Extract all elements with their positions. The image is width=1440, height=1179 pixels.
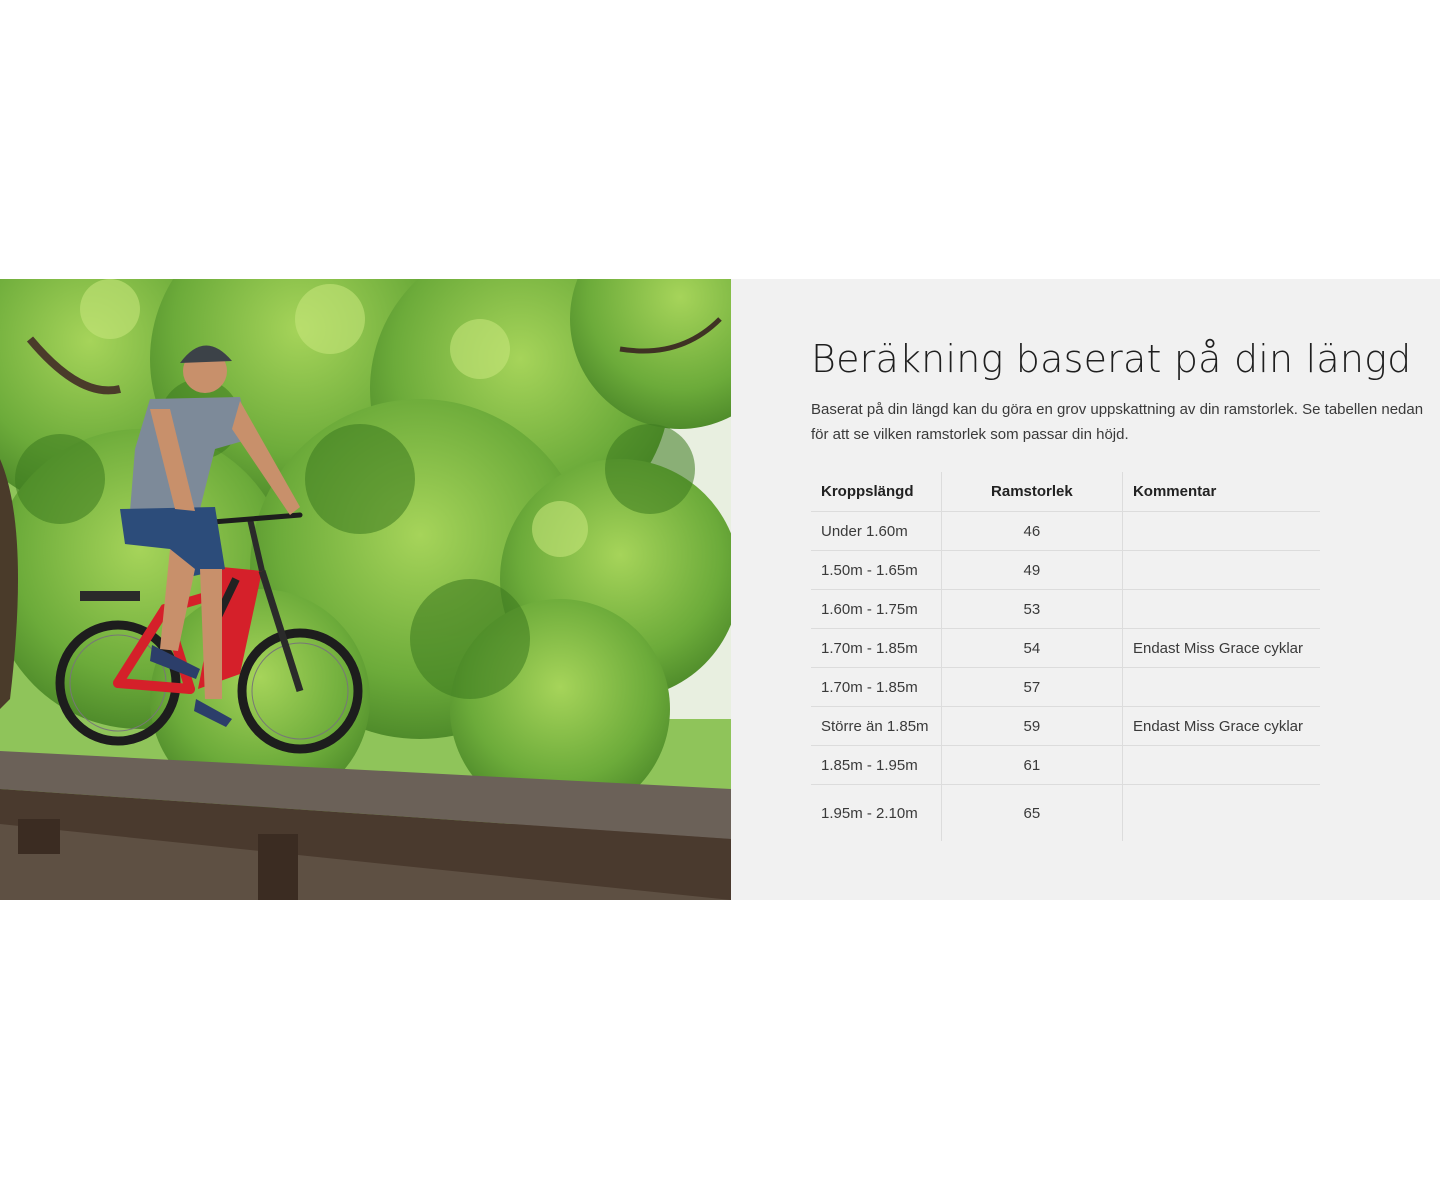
- cell-height: 1.85m - 1.95m: [811, 745, 942, 785]
- cell-comment: Endast Miss Grace cyklar: [1122, 628, 1320, 668]
- cell-comment: [1122, 745, 1320, 785]
- cell-frame: 49: [941, 550, 1123, 590]
- table-row: 1.70m - 1.85m 54 Endast Miss Grace cykla…: [811, 628, 1320, 668]
- cell-height: 1.60m - 1.75m: [811, 589, 942, 629]
- section-heading: Beräkning baserat på din längd: [811, 337, 1412, 381]
- header-height: Kroppslängd: [811, 472, 942, 512]
- cell-frame: 65: [941, 784, 1123, 841]
- size-guide-section: Beräkning baserat på din längd Baserat p…: [0, 279, 1440, 900]
- cell-frame: 57: [941, 667, 1123, 707]
- cell-comment: [1122, 785, 1320, 842]
- cyclist-illustration: [0, 279, 731, 900]
- cell-comment: Endast Miss Grace cyklar: [1122, 706, 1320, 746]
- cell-height: 1.50m - 1.65m: [811, 550, 942, 590]
- table-row: 1.95m - 2.10m 65: [811, 784, 1320, 842]
- hero-photo: [0, 279, 731, 900]
- cell-height: 1.95m - 2.10m: [811, 784, 942, 841]
- cell-frame: 53: [941, 589, 1123, 629]
- cell-frame: 54: [941, 628, 1123, 668]
- header-frame: Ramstorlek: [941, 472, 1123, 512]
- cell-frame: 61: [941, 745, 1123, 785]
- cell-height: Under 1.60m: [811, 511, 942, 551]
- cell-comment: [1122, 550, 1320, 590]
- table-row: 1.70m - 1.85m 57: [811, 667, 1320, 707]
- cell-comment: [1122, 511, 1320, 551]
- table-row: Större än 1.85m 59 Endast Miss Grace cyk…: [811, 706, 1320, 746]
- table-header-row: Kroppslängd Ramstorlek Kommentar: [811, 472, 1320, 512]
- cell-height: 1.70m - 1.85m: [811, 667, 942, 707]
- cell-height: 1.70m - 1.85m: [811, 628, 942, 668]
- size-guide-panel: Beräkning baserat på din längd Baserat p…: [731, 279, 1440, 900]
- table-row: 1.85m - 1.95m 61: [811, 745, 1320, 785]
- header-comment: Kommentar: [1122, 472, 1320, 512]
- table-row: 1.60m - 1.75m 53: [811, 589, 1320, 629]
- cell-frame: 59: [941, 706, 1123, 746]
- table-row: 1.50m - 1.65m 49: [811, 550, 1320, 590]
- section-intro: Baserat på din längd kan du göra en grov…: [811, 401, 1424, 443]
- cell-comment: [1122, 589, 1320, 629]
- frame-size-table: Kroppslängd Ramstorlek Kommentar Under 1…: [811, 472, 1320, 841]
- cell-comment: [1122, 667, 1320, 707]
- table-row: Under 1.60m 46: [811, 511, 1320, 551]
- cell-height: Större än 1.85m: [811, 706, 942, 746]
- cell-frame: 46: [941, 511, 1123, 551]
